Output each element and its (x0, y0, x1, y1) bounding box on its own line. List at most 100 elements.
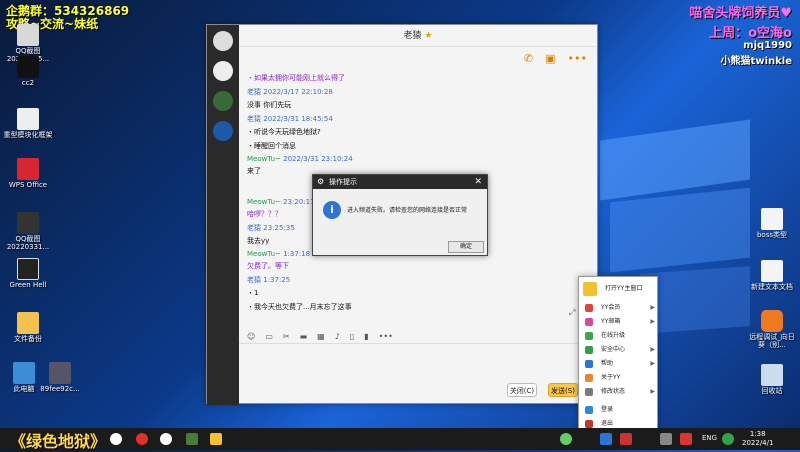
emoji-icon[interactable]: ☺ (247, 332, 255, 341)
chevron-right-icon: ▶ (650, 360, 655, 367)
exit-icon (585, 420, 593, 428)
image-icon[interactable]: ▦ (317, 332, 325, 341)
menu-item-about[interactable]: 关于YY (579, 371, 659, 385)
menu-item-help[interactable]: 帮助 ▶ (579, 357, 659, 371)
app-icon (17, 56, 39, 78)
menu-item-open-yy[interactable]: 打开YY主窗口 (579, 281, 659, 297)
tray-icon[interactable] (560, 433, 572, 445)
system-clock[interactable]: 1:38 2022/4/1 (742, 430, 773, 448)
sunflower-icon (761, 310, 783, 332)
tray-icon[interactable] (680, 433, 692, 445)
avatar[interactable] (213, 61, 233, 81)
message-time: 23:25:35 (263, 224, 295, 232)
desktop-icon-cc2[interactable]: cc2 (2, 56, 54, 88)
overlay-game-title: 《绿色地狱》 (10, 432, 107, 451)
send-button[interactable]: 发送(S) (548, 383, 578, 397)
netease-music-icon[interactable] (136, 433, 148, 445)
overlay-title-right: 喵舍头牌饲养员♥ (689, 6, 792, 21)
folder-icon[interactable]: ▬ (300, 332, 308, 341)
chevron-right-icon: ▶ (650, 304, 655, 311)
desktop-icon-boss[interactable]: boss类型 (746, 208, 798, 240)
menu-item-label: 修改状态 (601, 388, 626, 395)
menu-item-login[interactable]: 登录 (579, 403, 659, 417)
desktop-icon-recycle-bin[interactable]: 回收站 (746, 364, 798, 396)
yy-app-icon[interactable] (210, 433, 222, 445)
help-icon (585, 360, 593, 368)
message-text: ・我今天也欠费了...月末忘了这事 (247, 303, 352, 311)
document-icon (17, 108, 39, 130)
browser-icon[interactable] (110, 433, 122, 445)
avatar[interactable] (213, 121, 233, 141)
menu-item-label: 在线升级 (601, 332, 626, 339)
message-sender: MeowTu~ (247, 155, 281, 163)
yy-task-icon[interactable] (160, 433, 172, 445)
desktop-icon-wps[interactable]: WPS Office (2, 158, 54, 190)
close-icon[interactable]: ✕ (474, 175, 482, 189)
tray-icon[interactable] (600, 433, 612, 445)
update-icon (585, 332, 593, 340)
message-input[interactable] (239, 343, 597, 403)
chevron-right-icon: ▶ (650, 346, 655, 353)
game-icon[interactable] (186, 433, 198, 445)
dialog-title-bar: ⚙ 操作提示 ✕ (313, 175, 487, 189)
avatar[interactable] (213, 91, 233, 111)
chat-title-bar: 老猿 ★ (239, 25, 597, 47)
desktop-icon-green-hell[interactable]: Green Hell (2, 258, 54, 290)
tray-icon[interactable] (620, 433, 632, 445)
image-file-icon (17, 24, 39, 46)
image-file-icon (49, 362, 71, 384)
chat-sidebar (207, 25, 239, 405)
clock-date: 2022/4/1 (742, 439, 774, 447)
menu-item-status[interactable]: 修改状态 ▶ (579, 385, 659, 399)
error-dialog: ⚙ 操作提示 ✕ i 进入频道失败。请检查您的网络连接是否正常 确定 (312, 174, 488, 256)
menu-item-yy-vip[interactable]: YY会员 ▶ (579, 301, 659, 315)
desktop-icon-label: 远程调试_向日葵（别... (749, 333, 795, 349)
desktop-icon-screenshot2[interactable]: QQ截图 20220331... (2, 212, 54, 251)
chat-action-bar: ✆ ▣ ••• (524, 52, 587, 65)
tray-icon[interactable] (722, 433, 734, 445)
desktop-icon-image-file[interactable]: 89fee92c... (34, 362, 86, 394)
desktop-icon-framework[interactable]: 重型模块化框架 (2, 108, 54, 140)
status-icon (585, 388, 593, 396)
about-icon (585, 374, 593, 382)
desktop-icon-backup[interactable]: 文件备份 (2, 312, 54, 344)
menu-item-yy-mail[interactable]: YY邮箱 ▶ (579, 315, 659, 329)
overlay-user2: 小熊猫twinkle (720, 56, 792, 67)
avatar[interactable] (213, 31, 233, 51)
menu-item-update[interactable]: 在线升级 (579, 329, 659, 343)
message-header: MeowTu~ 2022/3/31 23:10:24 (247, 155, 567, 163)
scissors-icon[interactable]: ✂ (283, 332, 290, 341)
ok-button[interactable]: 确定 (448, 241, 484, 253)
dialog-title: 操作提示 (329, 178, 357, 186)
more-icon[interactable]: ••• (379, 332, 393, 341)
message-time: 2022/3/31 18:45:54 (263, 115, 333, 123)
menu-item-label: 退出 (601, 420, 614, 427)
file-icon[interactable]: ▯ (350, 332, 354, 341)
overlay-user1: mjq1990 (743, 40, 792, 51)
chevron-right-icon: ▶ (650, 318, 655, 325)
phone-icon[interactable]: ✆ (524, 52, 533, 65)
input-language[interactable]: ENG (702, 434, 717, 442)
expand-icon[interactable]: ⤢ (569, 308, 575, 318)
yy-tray-menu: 打开YY主窗口 YY会员 ▶ YY邮箱 ▶ 在线升级 安全中心 ▶ 帮助 ▶ 关… (578, 276, 658, 432)
desktop-icon-new-text[interactable]: 新建文本文档 (746, 260, 798, 292)
menu-item-security[interactable]: 安全中心 ▶ (579, 343, 659, 357)
close-button[interactable]: 关闭(C) (507, 383, 537, 397)
desktop-icon-remote[interactable]: 远程调试_向日葵（别... (746, 310, 798, 349)
message-text: ・1 (247, 289, 259, 297)
phone-screen-icon[interactable]: ▮ (364, 332, 368, 341)
video-icon[interactable]: ▣ (545, 52, 555, 65)
message-time: 2022/3/17 22:10:28 (263, 88, 333, 96)
message-header: 老猿 2022/3/31 18:45:54 (247, 114, 567, 124)
volume-icon[interactable] (660, 433, 672, 445)
login-icon (585, 406, 593, 414)
music-icon[interactable]: ♪ (335, 332, 340, 341)
more-icon[interactable]: ••• (568, 52, 587, 65)
chevron-right-icon: ▶ (650, 388, 655, 395)
menu-item-label: 打开YY主窗口 (605, 285, 643, 292)
gif-icon[interactable]: ▭ (265, 332, 273, 341)
message-sender: MeowTu~ (247, 198, 281, 206)
menu-item-label: 帮助 (601, 360, 614, 367)
message-header: 老猿 2022/3/17 22:10:28 (247, 87, 567, 97)
message-sender: 老猿 (247, 88, 261, 96)
